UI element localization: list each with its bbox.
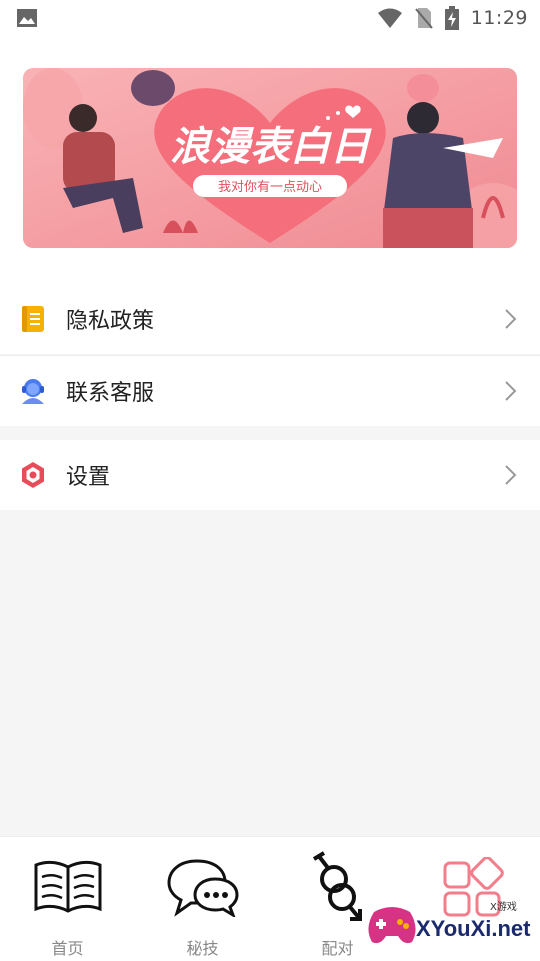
chat-bubbles-icon	[166, 859, 239, 917]
banner-title: 浪漫表白日	[170, 124, 372, 170]
nav-item-home[interactable]: 首页	[0, 837, 135, 961]
watermark-brand: XYouXi.net	[416, 916, 531, 941]
settings-icon	[20, 461, 46, 489]
nav-item-tips[interactable]: 秘技	[135, 837, 270, 961]
menu-label-privacy-policy: 隐私政策	[66, 309, 155, 334]
section-gap	[0, 426, 540, 440]
banner-subtitle: 我对你有一点动心	[218, 180, 322, 195]
menu-label-contact-service: 联系客服	[66, 381, 155, 406]
menu-label-settings: 设置	[66, 465, 111, 490]
banner-section: 浪漫表白日 我对你有一点动心	[0, 36, 540, 284]
menu-item-privacy-policy[interactable]: 隐私政策	[0, 284, 540, 354]
watermark: X游戏 XYouXi.net	[364, 894, 534, 954]
chevron-right-icon	[505, 309, 517, 329]
status-time: 11:29	[470, 7, 528, 29]
nav-label-tips: 秘技	[186, 939, 219, 958]
nav-label-home: 首页	[51, 939, 84, 958]
battery-charging-icon	[444, 6, 459, 30]
menu-item-settings[interactable]: 设置	[0, 440, 540, 510]
status-bar: 11:29	[0, 0, 540, 36]
banner[interactable]: 浪漫表白日 我对你有一点动心	[23, 68, 517, 248]
chevron-right-icon	[505, 381, 517, 401]
banner-illustration: 浪漫表白日 我对你有一点动心	[23, 68, 517, 248]
gender-link-icon	[312, 851, 362, 921]
no-sim-icon	[414, 8, 433, 29]
watermark-tag: X游戏	[490, 902, 517, 913]
book-icon	[34, 860, 101, 913]
wifi-icon	[377, 8, 402, 28]
image-notification-icon	[17, 9, 37, 27]
menu-item-contact-service[interactable]: 联系客服	[0, 356, 540, 426]
gamepad-logo-icon	[368, 907, 416, 944]
chevron-right-icon	[505, 465, 517, 485]
customer-service-icon	[20, 377, 46, 405]
notebook-icon	[20, 305, 46, 333]
